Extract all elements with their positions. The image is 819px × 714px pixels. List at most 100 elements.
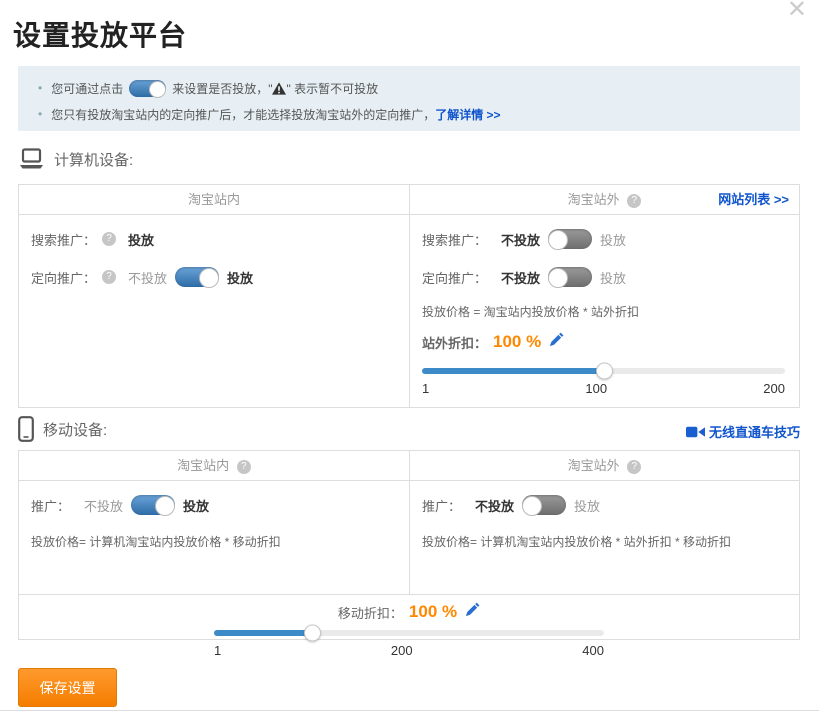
help-icon[interactable]: ? [627,460,641,474]
off-option-label: 不投放 [501,268,540,287]
on-option-label: 投放 [227,268,253,287]
computer-section-label: 计算机设备: [54,149,133,170]
off-option-label: 不投放 [128,268,167,287]
example-toggle [129,80,166,97]
mobile-inside-cell: 推广： 不投放 投放 投放价格= 计算机淘宝站内投放价格 * 移动折扣 [19,481,410,594]
notice-text-after-toggle: 来设置是否投放，" [172,80,272,97]
targeted-promo-label: 定向推广： [31,268,96,287]
help-icon[interactable]: ? [102,270,116,284]
mobile-outside-header-label: 淘宝站外 [568,458,620,473]
mobile-discount-footer: 移动折扣： 100 % 1 200 400 [19,594,799,670]
video-camera-icon [686,426,705,438]
notice-text-2: 您只有投放淘宝站内的定向推广后，才能选择投放淘宝站外的定向推广， [51,106,435,123]
outside-discount-row: 站外折扣： 100 % [422,332,785,352]
search-promo-label: 搜索推广： [422,230,487,249]
mobile-outside-promo-row: 推广： 不投放 投放 [422,493,785,517]
notice-text-before-toggle: 您可通过点击 [51,80,123,97]
mobile-inside-header: 淘宝站内 ? [19,451,410,481]
close-icon[interactable]: ✕ [787,0,807,22]
notice-box: • 您可通过点击 来设置是否投放，" " 表示暂不可投放 • 您只有投放淘宝站内… [18,66,800,131]
computer-inside-targeted-toggle[interactable] [175,267,219,287]
website-list-link[interactable]: 网站列表 >> [718,185,789,215]
mobile-inside-header-label: 淘宝站内 [177,458,229,473]
scale-max: 400 [582,643,604,658]
computer-outside-search-row: 搜索推广： 不投放 投放 [422,227,785,251]
warning-icon [272,82,286,95]
outside-slider-scale: 1 100 200 [422,381,785,396]
slider-handle[interactable] [596,363,613,380]
mobile-section-header: 移动设备: [18,416,107,442]
computer-table: 淘宝站内 搜索推广： ? 投放 定向推广： ? 不投放 投放 淘宝站外 [18,184,800,408]
computer-outside-header-label: 淘宝站外 [568,192,620,207]
scale-min: 1 [422,381,429,396]
off-option-label: 不投放 [84,496,123,515]
mobile-icon [18,416,34,442]
outside-discount-slider[interactable] [422,368,785,374]
outside-price-formula: 投放价格 = 淘宝站内投放价格 * 站外折扣 [422,303,785,320]
notice-line-1: • 您可通过点击 来设置是否投放，" " 表示暂不可投放 [38,76,780,100]
notice-line-2: • 您只有投放淘宝站内的定向推广后，才能选择投放淘宝站外的定向推广， 了解详情 … [38,102,780,126]
on-option-label: 投放 [600,230,626,249]
mobile-discount-slider[interactable] [214,630,604,636]
search-promo-value: 投放 [128,230,154,249]
save-settings-button[interactable]: 保存设置 [18,668,117,707]
slider-handle[interactable] [304,625,321,642]
outside-discount-label: 站外折扣： [422,333,487,352]
slider-fill [422,368,604,374]
computer-outside-column: 淘宝站外 ? 网站列表 >> 搜索推广： 不投放 投放 定向推广： 不投放 投放… [410,185,799,407]
computer-outside-header: 淘宝站外 ? 网站列表 >> [410,185,799,215]
scale-mid: 200 [391,643,413,658]
bullet-icon: • [38,107,42,121]
on-option-label: 投放 [600,268,626,287]
wireless-tips-label: 无线直通车技巧 [709,422,800,441]
computer-inside-column: 淘宝站内 搜索推广： ? 投放 定向推广： ? 不投放 投放 [19,185,410,407]
scale-max: 200 [763,381,785,396]
search-promo-label: 搜索推广： [31,230,96,249]
slider-fill [214,630,312,636]
computer-icon [18,148,45,170]
scale-min: 1 [214,643,221,658]
bullet-icon: • [38,81,42,95]
mobile-slider-scale: 1 200 400 [214,643,604,658]
mobile-discount-label: 移动折扣： [338,603,403,622]
computer-outside-targeted-toggle[interactable] [548,267,592,287]
mobile-inside-promo-row: 推广： 不投放 投放 [31,493,395,517]
help-icon[interactable]: ? [627,194,641,208]
computer-outside-targeted-row: 定向推广： 不投放 投放 [422,265,785,289]
off-option-label: 不投放 [475,496,514,515]
computer-outside-search-toggle[interactable] [548,229,592,249]
page-title: 设置投放平台 [13,14,187,54]
computer-inside-search-row: 搜索推广： ? 投放 [31,227,395,251]
mobile-outside-header: 淘宝站外 ? [410,451,799,481]
help-icon[interactable]: ? [237,460,251,474]
promo-label: 推广： [422,496,461,515]
mobile-inside-toggle[interactable] [131,495,175,515]
learn-more-link[interactable]: 了解详情 >> [435,106,500,123]
mobile-table: 淘宝站内 ? 淘宝站外 ? 推广： 不投放 投放 投放价格= 计算机淘宝站内投放… [18,450,800,640]
mobile-discount-row: 移动折扣： 100 % [19,602,799,622]
mobile-outside-formula: 投放价格= 计算机淘宝站内投放价格 * 站外折扣 * 移动折扣 [422,533,785,550]
wireless-tips-link[interactable]: 无线直通车技巧 [686,422,800,441]
computer-inside-header-label: 淘宝站内 [188,192,240,207]
help-icon[interactable]: ? [102,232,116,246]
mobile-section-label: 移动设备: [43,419,107,440]
edit-icon[interactable] [465,602,480,622]
on-option-label: 投放 [183,496,209,515]
edit-icon[interactable] [549,332,564,352]
off-option-label: 不投放 [501,230,540,249]
computer-inside-targeted-row: 定向推广： ? 不投放 投放 [31,265,395,289]
computer-inside-header: 淘宝站内 [19,185,409,215]
mobile-inside-formula: 投放价格= 计算机淘宝站内投放价格 * 移动折扣 [31,533,395,550]
computer-section-header: 计算机设备: [18,148,133,170]
promo-label: 推广： [31,496,70,515]
settings-dialog: ✕ 设置投放平台 • 您可通过点击 来设置是否投放，" " 表示暂不可投放 • … [0,0,819,714]
mobile-discount-value: 100 % [409,602,457,622]
outside-discount-value: 100 % [493,332,541,352]
page-bottom-divider [0,710,819,711]
notice-text-end: " 表示暂不可投放 [286,80,378,97]
mobile-outside-toggle[interactable] [522,495,566,515]
scale-mid: 100 [585,381,607,396]
mobile-outside-cell: 推广： 不投放 投放 投放价格= 计算机淘宝站内投放价格 * 站外折扣 * 移动… [410,481,799,594]
on-option-label: 投放 [574,496,600,515]
targeted-promo-label: 定向推广： [422,268,487,287]
